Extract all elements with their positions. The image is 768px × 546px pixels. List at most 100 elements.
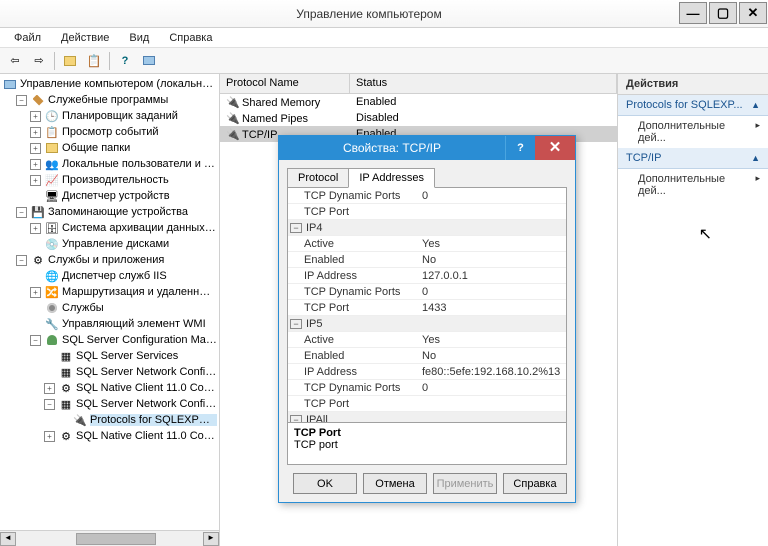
prop-row[interactable]: EnabledNo: [288, 252, 566, 268]
expand-icon[interactable]: +: [30, 143, 41, 154]
dialog-close-button[interactable]: ✕: [535, 136, 575, 160]
scroll-left-icon[interactable]: ◄: [0, 532, 16, 546]
collapse-icon[interactable]: −: [290, 223, 302, 233]
collapse-icon[interactable]: −: [290, 415, 302, 423]
tree-root[interactable]: Управление компьютером (локальным): [2, 76, 217, 92]
list-row[interactable]: 🔌Shared MemoryEnabled: [220, 94, 617, 110]
toolbar: ⇦ ⇨ 📋 ?: [0, 48, 768, 74]
expand-icon[interactable]: +: [30, 287, 41, 298]
prop-row[interactable]: IP Addressfe80::5efe:192.168.10.2%13: [288, 364, 566, 380]
tree-item[interactable]: +📈Производительность: [2, 172, 217, 188]
expand-icon[interactable]: +: [30, 111, 41, 122]
actions-pane: Действия Protocols for SQLEXP...▲ Дополн…: [618, 74, 768, 546]
prop-row[interactable]: TCP Port: [288, 204, 566, 220]
caret-up-icon: ▲: [751, 100, 760, 110]
tree-item[interactable]: 🌐Диспетчер служб IIS: [2, 268, 217, 284]
actions-link-more-1[interactable]: Дополнительные дей...▸: [618, 116, 768, 148]
cancel-button[interactable]: Отмена: [363, 473, 427, 494]
tree-item[interactable]: +🔀Маршрутизация и удаленный доступ: [2, 284, 217, 300]
menu-action[interactable]: Действие: [53, 30, 117, 46]
tree-item[interactable]: +🗄Система архивации данных Windows Ser: [2, 220, 217, 236]
menu-view[interactable]: Вид: [121, 30, 157, 46]
expand-icon[interactable]: +: [30, 159, 41, 170]
col-protocol-name[interactable]: Protocol Name: [220, 74, 350, 93]
tree-item[interactable]: +🕒Планировщик заданий: [2, 108, 217, 124]
collapse-icon[interactable]: −: [30, 335, 41, 346]
collapse-icon[interactable]: −: [16, 95, 27, 106]
list-row[interactable]: 🔌Named PipesDisabled: [220, 110, 617, 126]
tree-item[interactable]: −▦SQL Server Network Configuration: [2, 396, 217, 412]
tree-item[interactable]: +Общие папки: [2, 140, 217, 156]
prop-row[interactable]: ActiveYes: [288, 332, 566, 348]
expand-icon[interactable]: +: [30, 127, 41, 138]
property-help: TCP Port TCP port: [288, 422, 566, 464]
properties-button[interactable]: 📋: [83, 51, 105, 71]
prop-row[interactable]: TCP Port: [288, 396, 566, 412]
col-status[interactable]: Status: [350, 74, 617, 93]
tree-item[interactable]: ▦SQL Server Services: [2, 348, 217, 364]
expand-icon[interactable]: +: [30, 223, 41, 234]
menu-help[interactable]: Справка: [161, 30, 220, 46]
actions-section-tcpip[interactable]: TCP/IP▲: [618, 148, 768, 169]
list-header: Protocol Name Status: [220, 74, 617, 94]
tree-item-protocols[interactable]: 🔌Protocols for SQLEXPRESS: [2, 412, 217, 428]
close-button[interactable]: ✕: [739, 2, 767, 24]
collapse-icon[interactable]: −: [290, 319, 302, 329]
collapse-icon[interactable]: −: [44, 399, 55, 410]
tab-protocol[interactable]: Protocol: [287, 168, 349, 188]
back-button[interactable]: ⇦: [4, 51, 26, 71]
apply-button[interactable]: Применить: [433, 473, 497, 494]
tree-item[interactable]: −⚙Службы и приложения: [2, 252, 217, 268]
caret-right-icon: ▸: [755, 173, 760, 197]
scroll-right-icon[interactable]: ►: [203, 532, 219, 546]
forward-button[interactable]: ⇨: [28, 51, 50, 71]
dialog-help-button[interactable]: ?: [505, 136, 535, 160]
tree-item[interactable]: ▦SQL Server Network Configuration (32b: [2, 364, 217, 380]
prop-row[interactable]: EnabledNo: [288, 348, 566, 364]
caret-right-icon: ▸: [755, 120, 760, 144]
prop-row[interactable]: TCP Dynamic Ports0: [288, 284, 566, 300]
tree-item[interactable]: +⚙SQL Native Client 11.0 Configuration: [2, 428, 217, 444]
tree-pane: Управление компьютером (локальным) −Служ…: [0, 74, 220, 546]
refresh-button[interactable]: ?: [114, 51, 136, 71]
tree-item[interactable]: +📋Просмотр событий: [2, 124, 217, 140]
prop-group[interactable]: −IPAll: [288, 412, 566, 422]
prop-row[interactable]: TCP Dynamic Ports0: [288, 380, 566, 396]
dialog-titlebar[interactable]: Свойства: TCP/IP ? ✕: [279, 136, 575, 160]
property-grid[interactable]: TCP Dynamic Ports0TCP Port−IP4ActiveYesE…: [288, 188, 566, 422]
up-button[interactable]: [59, 51, 81, 71]
tree-item[interactable]: −💾Запоминающие устройства: [2, 204, 217, 220]
ok-button[interactable]: OK: [293, 473, 357, 494]
prop-row[interactable]: TCP Port1433: [288, 300, 566, 316]
prop-row[interactable]: TCP Dynamic Ports0: [288, 188, 566, 204]
tree-item[interactable]: −SQL Server Configuration Manager: [2, 332, 217, 348]
actions-section-protocols[interactable]: Protocols for SQLEXP...▲: [618, 95, 768, 116]
help-button[interactable]: [138, 51, 160, 71]
tab-ip-addresses[interactable]: IP Addresses: [348, 168, 435, 188]
expand-icon[interactable]: +: [44, 383, 55, 394]
prop-row[interactable]: IP Address127.0.0.1: [288, 268, 566, 284]
tree-item[interactable]: 🔧Управляющий элемент WMI: [2, 316, 217, 332]
expand-icon[interactable]: +: [44, 431, 55, 442]
collapse-icon[interactable]: −: [16, 207, 27, 218]
tree-item[interactable]: +👥Локальные пользователи и группы: [2, 156, 217, 172]
minimize-button[interactable]: —: [679, 2, 707, 24]
prop-group[interactable]: −IP4: [288, 220, 566, 236]
tree-item[interactable]: +⚙SQL Native Client 11.0 Configuration (…: [2, 380, 217, 396]
collapse-icon[interactable]: −: [16, 255, 27, 266]
dialog-title: Свойства: TCP/IP: [279, 141, 505, 155]
menubar: Файл Действие Вид Справка: [0, 28, 768, 48]
expand-icon[interactable]: +: [30, 175, 41, 186]
tree-item[interactable]: Службы: [2, 300, 217, 316]
maximize-button[interactable]: ▢: [709, 2, 737, 24]
prop-row[interactable]: ActiveYes: [288, 236, 566, 252]
tree-item[interactable]: 💿Управление дисками: [2, 236, 217, 252]
prop-group[interactable]: −IP5: [288, 316, 566, 332]
tree-item[interactable]: 🖥Диспетчер устройств: [2, 188, 217, 204]
help-button[interactable]: Справка: [503, 473, 567, 494]
scroll-thumb[interactable]: [76, 533, 156, 545]
h-scrollbar[interactable]: ◄ ►: [0, 530, 219, 546]
tree-item[interactable]: −Служебные программы: [2, 92, 217, 108]
actions-link-more-2[interactable]: Дополнительные дей...▸: [618, 169, 768, 201]
menu-file[interactable]: Файл: [6, 30, 49, 46]
